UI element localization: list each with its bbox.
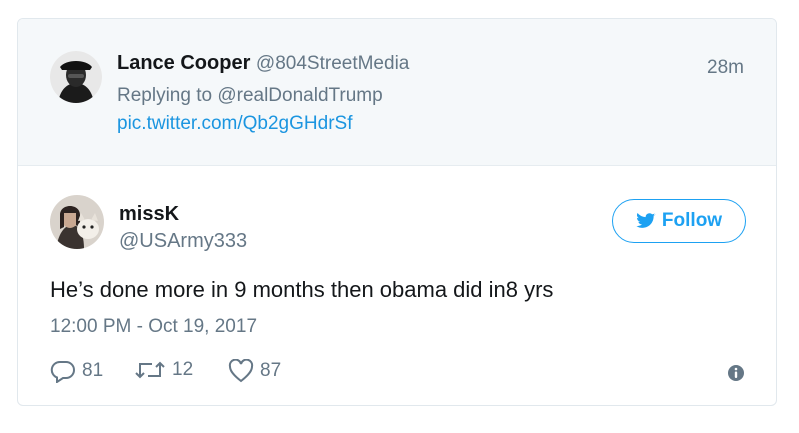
missk-avatar[interactable] (50, 195, 104, 249)
reply-author-handle[interactable]: @804StreetMedia (256, 53, 409, 74)
reply-time-ago[interactable]: 28m (707, 57, 744, 79)
reply-icon (50, 360, 75, 383)
reply-action[interactable]: 81 (50, 359, 103, 383)
replying-to-text: Replying to @realDonaldTrump (117, 85, 383, 106)
heart-icon (228, 359, 254, 383)
like-action[interactable]: 87 (228, 359, 281, 383)
like-count: 87 (260, 360, 282, 381)
lance-cooper-avatar[interactable] (50, 51, 102, 103)
reply-author-line: Lance Cooper @804StreetMedia (117, 52, 409, 75)
reply-context[interactable]: Lance Cooper @804StreetMedia Replying to… (18, 19, 776, 166)
retweet-icon (135, 361, 165, 379)
info-icon[interactable] (726, 363, 746, 383)
twitter-bird-icon (636, 213, 656, 228)
tweet-card: Lance Cooper @804StreetMedia Replying to… (17, 18, 777, 406)
reply-count: 81 (82, 360, 104, 381)
retweet-action[interactable]: 12 (134, 359, 193, 381)
retweet-count: 12 (172, 359, 194, 380)
tweet-text: He’s done more in 9 months then obama di… (50, 277, 554, 302)
tweet-author-name[interactable]: missK (119, 203, 179, 226)
reply-link[interactable]: pic.twitter.com/Qb2gGHdrSf (117, 113, 352, 135)
tweet-author-handle[interactable]: @USArmy333 (119, 230, 247, 253)
reply-author-name[interactable]: Lance Cooper (117, 52, 250, 74)
follow-button[interactable]: Follow (612, 199, 746, 243)
follow-label: Follow (661, 210, 723, 231)
tweet-timestamp[interactable]: 12:00 PM - Oct 19, 2017 (50, 316, 257, 338)
